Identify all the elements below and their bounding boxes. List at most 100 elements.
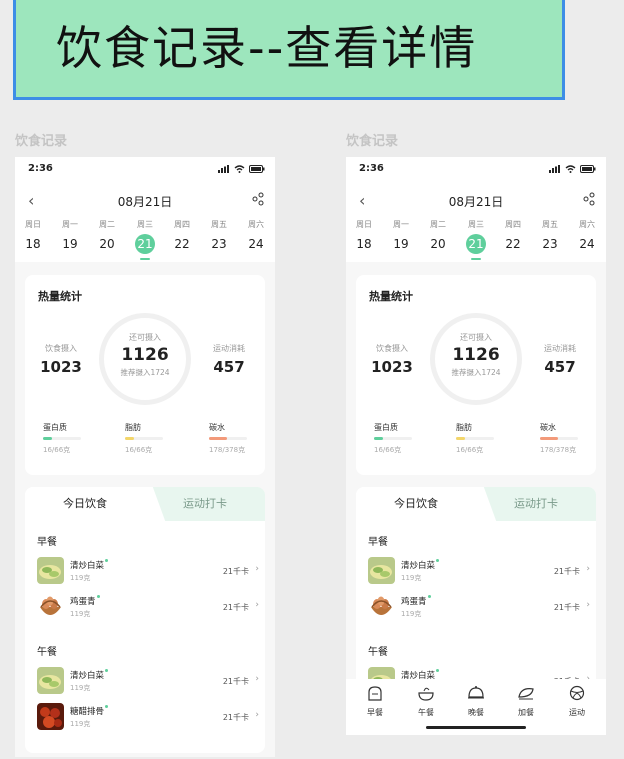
day-tue[interactable]: 周二 20	[89, 219, 125, 251]
status-time: 2:36	[359, 163, 384, 174]
signal-icon	[549, 165, 560, 173]
day-sat[interactable]: 周六 24	[569, 219, 605, 251]
intake-stat: 饮食摄入 1023	[31, 343, 91, 376]
remaining-stat: 还可摄入 1126 推荐摄入1724	[99, 332, 191, 378]
phone-screen-with-nav: 2:36 ‹ 08月21日 周日 18 周一 19 周二 20 周三 21 周四 22 周…	[346, 157, 606, 735]
tab-bar: 运动打卡 今日饮食	[25, 487, 265, 521]
food-item[interactable]: 清炒白菜 119克 21千卡 ›	[37, 667, 259, 695]
weekday-name: 周五	[542, 220, 558, 229]
day-number: 23	[542, 237, 558, 251]
nutrient-bar	[125, 437, 163, 440]
day-mon[interactable]: 周一 19	[52, 219, 88, 251]
weekday-name: 周三	[468, 220, 484, 229]
day-wed-selected[interactable]: 周三 21	[458, 219, 494, 260]
snack-icon	[518, 688, 534, 700]
food-photo-eggs	[37, 593, 64, 620]
tab-today-food[interactable]: 今日饮食	[356, 487, 476, 521]
food-item[interactable]: 清炒白菜 119克 21千卡 ›	[37, 557, 259, 585]
food-kcal: 21千卡	[553, 567, 580, 576]
intake-label: 饮食摄入	[376, 344, 408, 353]
food-weight: 119克	[70, 574, 91, 582]
nutrient-value: 16/66克	[374, 446, 402, 454]
share-icon[interactable]	[582, 192, 596, 206]
day-thu[interactable]: 周四 22	[495, 219, 531, 251]
day-sat[interactable]: 周六 24	[238, 219, 274, 251]
battery-icon	[249, 165, 265, 173]
weekday-name: 周日	[25, 220, 41, 229]
week-strip: 周日 18 周一 19 周二 20 周三 21 周四 22 周五 23 周六 24	[346, 219, 606, 260]
food-item[interactable]: 糖醋排骨 119克 21千卡 ›	[37, 703, 259, 731]
intake-value: 1023	[371, 358, 413, 376]
food-kcal: 21千卡	[222, 567, 249, 576]
status-dot-icon	[436, 559, 440, 562]
day-fri[interactable]: 周五 23	[532, 219, 568, 251]
nutrient-name: 蛋白质	[374, 423, 398, 432]
current-date: 08月21日	[448, 195, 504, 209]
nav-snack[interactable]: 加餐	[506, 685, 546, 718]
day-wed-selected[interactable]: 周三 21	[127, 219, 163, 260]
nav-exercise[interactable]: 运动	[557, 685, 597, 718]
nav-breakfast[interactable]: 早餐	[355, 685, 395, 718]
nutrient-fat: 脂肪 16/66克	[125, 422, 169, 455]
nutrient-value: 16/66克	[43, 446, 71, 454]
day-thu[interactable]: 周四 22	[164, 219, 200, 251]
weekday-name: 周五	[211, 220, 227, 229]
status-dot-icon	[105, 669, 109, 672]
intake-stat: 饮食摄入 1023	[362, 343, 422, 376]
day-tue[interactable]: 周二 20	[420, 219, 456, 251]
tab-today-food[interactable]: 今日饮食	[25, 487, 145, 521]
food-photo-cabbage	[37, 557, 64, 584]
date-header: ‹ 08月21日	[346, 187, 606, 213]
nav-dinner[interactable]: 晚餐	[456, 685, 496, 718]
remaining-label: 还可摄入	[129, 333, 161, 342]
top-area: 2:36 ‹ 08月21日 周日 18 周一 19 周二 20 周三 21 周四 22 周…	[15, 157, 275, 262]
remaining-value: 1126	[121, 345, 169, 365]
week-strip: 周日 18 周一 19 周二 20 周三 21 周四 22 周五 23 周六 24	[15, 219, 275, 260]
day-number: 21	[135, 234, 155, 254]
food-item[interactable]: 鸡蛋青 119克 21千卡 ›	[37, 593, 259, 621]
nutrient-carb: 碳水 178/378克	[209, 422, 253, 455]
share-icon[interactable]	[251, 192, 265, 206]
status-dot-icon	[105, 559, 109, 562]
nav-lunch[interactable]: 午餐	[406, 685, 446, 718]
day-sun[interactable]: 周日 18	[15, 219, 51, 251]
food-kcal: 21千卡	[553, 603, 580, 612]
nutrient-name: 碳水	[209, 423, 225, 432]
calorie-stats-card: 热量统计 饮食摄入 1023 还可摄入 1126 推荐摄入1724 运动消耗 457 蛋…	[356, 275, 596, 475]
status-dot-icon	[105, 705, 109, 708]
day-number: 21	[466, 234, 486, 254]
weekday-name: 周四	[174, 220, 190, 229]
title-banner: 饮食记录--查看详情	[13, 0, 565, 100]
nutrient-fat: 脂肪 16/66克	[456, 422, 500, 455]
meal-heading-lunch: 午餐	[368, 647, 388, 658]
food-kcal: 21千卡	[222, 677, 249, 686]
section-label: 饮食记录	[346, 134, 399, 149]
food-photo-eggs	[368, 593, 395, 620]
ball-icon	[569, 685, 585, 701]
nav-label: 午餐	[418, 708, 434, 717]
day-sun[interactable]: 周日 18	[346, 219, 382, 251]
nutrient-protein: 蛋白质 16/66克	[374, 422, 418, 455]
burn-value: 457	[213, 358, 245, 376]
status-dot-icon	[96, 595, 100, 598]
home-indicator[interactable]	[426, 726, 526, 729]
weekday-name: 周六	[579, 220, 595, 229]
status-bar: 2:36	[15, 157, 275, 181]
day-number: 19	[62, 237, 78, 251]
food-item[interactable]: 鸡蛋青 119克 21千卡 ›	[368, 593, 590, 621]
nav-label: 早餐	[367, 708, 383, 717]
food-weight: 119克	[70, 610, 91, 618]
food-item[interactable]: 清炒白菜 119克 21千卡 ›	[368, 557, 590, 585]
day-mon[interactable]: 周一 19	[383, 219, 419, 251]
food-photo-ribs	[37, 703, 64, 730]
nutrient-bar	[209, 437, 247, 440]
nav-label: 运动	[569, 708, 585, 717]
date-header: ‹ 08月21日	[15, 187, 275, 213]
day-fri[interactable]: 周五 23	[201, 219, 237, 251]
remaining-label: 还可摄入	[460, 333, 492, 342]
weekday-name: 周六	[248, 220, 264, 229]
weekday-name: 周一	[393, 220, 409, 229]
day-number: 22	[505, 237, 521, 251]
nutrient-value: 16/66克	[125, 446, 153, 454]
intake-label: 饮食摄入	[45, 344, 77, 353]
